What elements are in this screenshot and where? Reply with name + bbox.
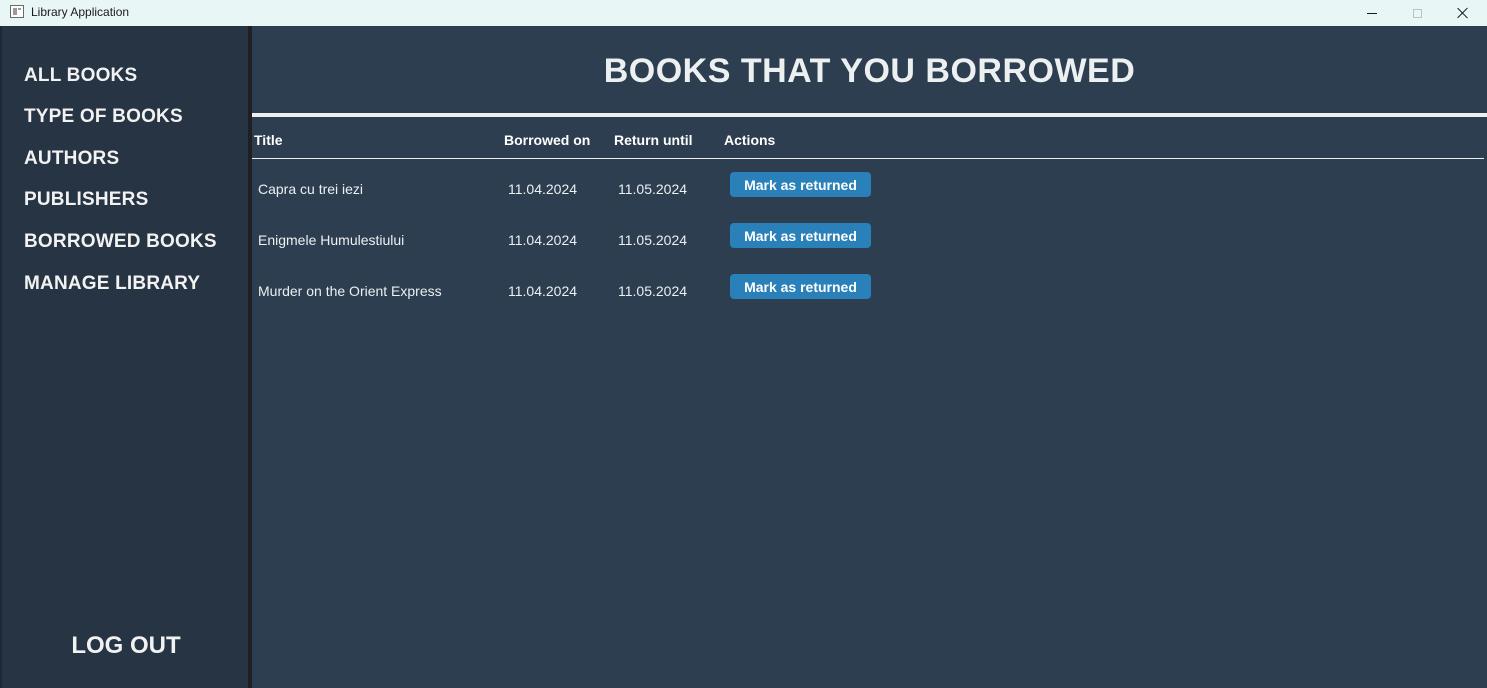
minimize-button[interactable] <box>1349 0 1395 26</box>
page-title: BOOKS THAT YOU BORROWED <box>603 52 1136 90</box>
mark-as-returned-button[interactable]: Mark as returned <box>730 223 871 248</box>
sidebar-item-authors[interactable]: AUTHORS <box>24 148 119 170</box>
column-header-actions[interactable]: Actions <box>724 132 775 148</box>
table-header-divider <box>252 158 1484 159</box>
title-divider <box>252 113 1487 117</box>
cell-borrowed-on: 11.04.2024 <box>508 283 578 299</box>
cell-title: Murder on the Orient Express <box>258 283 442 299</box>
close-button[interactable] <box>1440 0 1486 26</box>
library-app-window: Library Application ALL BOOKS TYPE OF BO… <box>0 0 1487 688</box>
cell-return-until: 11.05.2024 <box>618 283 688 299</box>
column-header-borrowed-on[interactable]: Borrowed on <box>504 132 590 148</box>
mark-as-returned-button[interactable]: Mark as returned <box>730 274 871 299</box>
table-row: Enigmele Humulestiului 11.04.2024 11.05.… <box>252 223 1484 259</box>
title-bar: Library Application <box>0 0 1487 26</box>
table-row: Capra cu trei iezi 11.04.2024 11.05.2024… <box>252 172 1484 208</box>
app-window-icon <box>10 5 24 18</box>
cell-return-until: 11.05.2024 <box>618 232 688 248</box>
maximize-button[interactable] <box>1394 0 1440 26</box>
minimize-icon <box>1367 12 1377 14</box>
sidebar: ALL BOOKS TYPE OF BOOKS AUTHORS PUBLISHE… <box>0 26 248 688</box>
main-content: BOOKS THAT YOU BORROWED Title Borrowed o… <box>252 26 1487 688</box>
cell-title: Capra cu trei iezi <box>258 181 364 197</box>
maximize-icon <box>1412 8 1422 18</box>
column-header-return-until[interactable]: Return until <box>614 132 693 148</box>
mark-as-returned-button[interactable]: Mark as returned <box>730 172 871 197</box>
sidebar-item-publishers[interactable]: PUBLISHERS <box>24 189 148 211</box>
logout-button[interactable]: LOG OUT <box>0 632 252 660</box>
sidebar-item-all-books[interactable]: ALL BOOKS <box>24 65 137 87</box>
sidebar-item-type-of-books[interactable]: TYPE OF BOOKS <box>24 106 183 128</box>
close-icon <box>1457 7 1469 19</box>
column-header-title[interactable]: Title <box>254 132 283 148</box>
window-title: Library Application <box>31 5 130 19</box>
cell-borrowed-on: 11.04.2024 <box>508 232 578 248</box>
sidebar-item-manage-library[interactable]: MANAGE LIBRARY <box>24 273 200 295</box>
table-row: Murder on the Orient Express 11.04.2024 … <box>252 274 1484 310</box>
cell-borrowed-on: 11.04.2024 <box>508 181 578 197</box>
cell-return-until: 11.05.2024 <box>618 181 688 197</box>
cell-title: Enigmele Humulestiului <box>258 232 405 248</box>
sidebar-item-borrowed-books[interactable]: BORROWED BOOKS <box>24 231 217 253</box>
